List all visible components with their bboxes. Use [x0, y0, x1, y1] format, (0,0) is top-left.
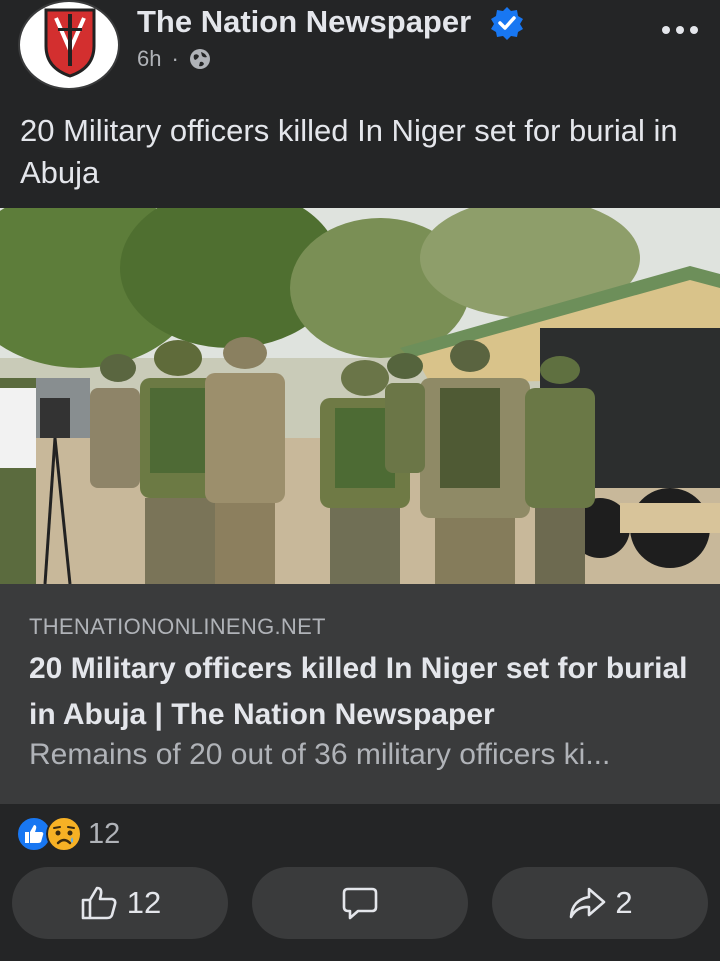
- thumbs-up-icon: [81, 886, 117, 920]
- nation-logo-icon: [44, 8, 96, 78]
- comment-button[interactable]: [252, 867, 468, 939]
- share-button[interactable]: 2: [492, 867, 708, 939]
- verified-badge-icon: [491, 7, 523, 40]
- post-text: 20 Military officers killed In Niger set…: [20, 113, 678, 190]
- link-title[interactable]: 20 Military officers killed In Niger set…: [29, 646, 699, 738]
- comment-icon: [342, 887, 378, 920]
- post-meta: 6h ·: [137, 46, 211, 72]
- like-button[interactable]: 12: [12, 867, 228, 939]
- globe-icon: [189, 49, 210, 69]
- link-description: Remains of 20 out of 36 military officer…: [29, 738, 611, 771]
- share-count: 2: [615, 885, 633, 920]
- post-header: The Nation Newspaper 6h ·: [0, 0, 720, 100]
- link-preview-card[interactable]: THENATIONONLINENG.NET 20 Military office…: [0, 584, 720, 804]
- link-domain: THENATIONONLINENG.NET: [29, 614, 326, 639]
- page-name[interactable]: The Nation Newspaper: [137, 4, 471, 40]
- post-photo[interactable]: [0, 208, 720, 584]
- post-time[interactable]: 6h: [137, 46, 161, 72]
- sad-reaction-icon: [46, 816, 82, 852]
- page-avatar[interactable]: [18, 0, 120, 90]
- reaction-count: 12: [88, 817, 121, 850]
- like-count: 12: [126, 885, 162, 920]
- reactions-summary[interactable]: 12: [16, 814, 120, 854]
- share-icon: [570, 887, 606, 919]
- meta-separator: ·: [171, 46, 179, 71]
- more-options-icon[interactable]: [660, 18, 700, 42]
